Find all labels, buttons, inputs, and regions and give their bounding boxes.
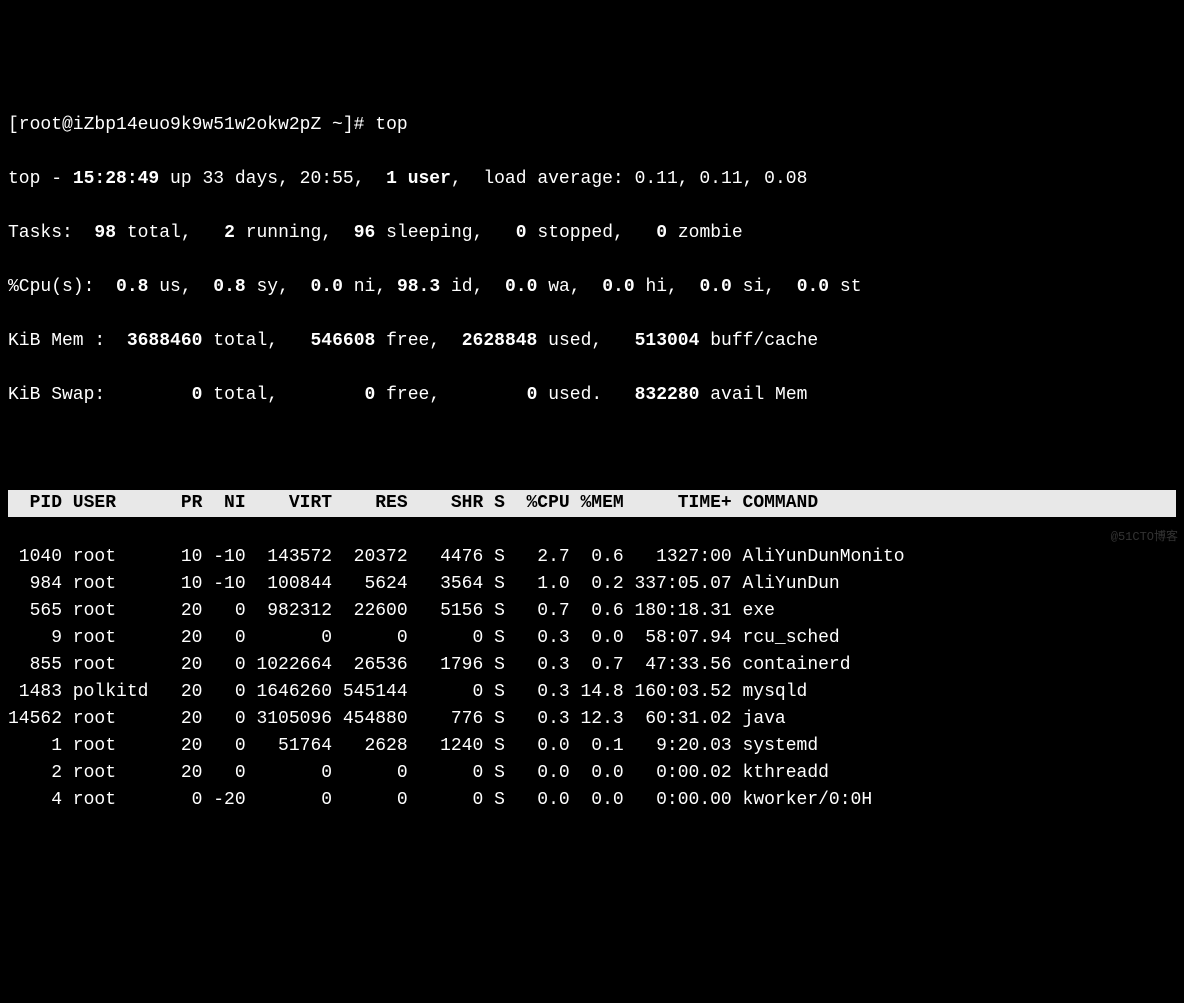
tasks-line: Tasks: 98 total, 2 running, 96 sleeping,… — [8, 220, 1176, 247]
watermark-text: @51CTO博客 — [1111, 528, 1178, 546]
swap-line: KiB Swap: 0 total, 0 free, 0 used. 83228… — [8, 382, 1176, 409]
process-table-header: PID USER PR NI VIRT RES SHR S %CPU %MEM … — [8, 490, 1176, 517]
process-row: 855 root 20 0 1022664 26536 1796 S 0.3 0… — [8, 652, 1176, 679]
process-row: 9 root 20 0 0 0 0 S 0.3 0.0 58:07.94 rcu… — [8, 625, 1176, 652]
process-row: 1483 polkitd 20 0 1646260 545144 0 S 0.3… — [8, 679, 1176, 706]
process-table-body: 1040 root 10 -10 143572 20372 4476 S 2.7… — [8, 544, 1176, 814]
prompt-line: [root@iZbp14euo9k9w51w2okw2pZ ~]# top — [8, 112, 1176, 139]
shell-prompt: [root@iZbp14euo9k9w51w2okw2pZ ~]# — [8, 115, 375, 135]
process-row: 565 root 20 0 982312 22600 5156 S 0.7 0.… — [8, 598, 1176, 625]
process-row: 1 root 20 0 51764 2628 1240 S 0.0 0.1 9:… — [8, 733, 1176, 760]
process-row: 4 root 0 -20 0 0 0 S 0.0 0.0 0:00.00 kwo… — [8, 787, 1176, 814]
top-summary-line: top - 15:28:49 up 33 days, 20:55, 1 user… — [8, 166, 1176, 193]
process-row: 984 root 10 -10 100844 5624 3564 S 1.0 0… — [8, 571, 1176, 598]
current-time: 15:28:49 — [73, 169, 159, 189]
command-text: top — [375, 115, 407, 135]
blank-line — [8, 436, 1176, 463]
process-row: 1040 root 10 -10 143572 20372 4476 S 2.7… — [8, 544, 1176, 571]
mem-line: KiB Mem : 3688460 total, 546608 free, 26… — [8, 328, 1176, 355]
process-row: 2 root 20 0 0 0 0 S 0.0 0.0 0:00.02 kthr… — [8, 760, 1176, 787]
process-row: 14562 root 20 0 3105096 454880 776 S 0.3… — [8, 706, 1176, 733]
cpu-line: %Cpu(s): 0.8 us, 0.8 sy, 0.0 ni, 98.3 id… — [8, 274, 1176, 301]
